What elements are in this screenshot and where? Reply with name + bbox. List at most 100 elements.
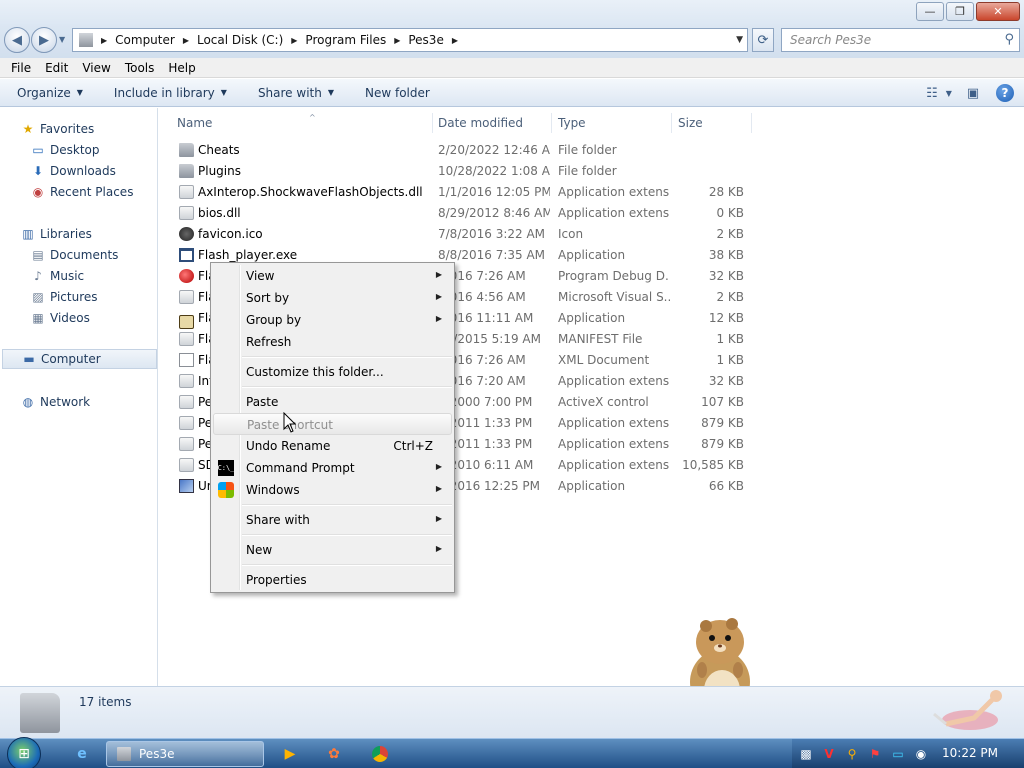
table-row[interactable]: AxInterop.ShockwaveFlashObjects.dll 1/1/2… bbox=[177, 182, 757, 203]
menu-label: View bbox=[246, 269, 275, 283]
menu-item-refresh[interactable]: Refresh bbox=[213, 331, 452, 353]
taskbar-chrome[interactable] bbox=[368, 741, 392, 767]
file-type: Application bbox=[558, 479, 626, 493]
help-icon[interactable]: ? bbox=[996, 84, 1014, 102]
submenu-arrow-icon: ▶ bbox=[435, 484, 442, 493]
menu-tools[interactable]: Tools bbox=[118, 61, 162, 75]
chevron-down-icon: ▼ bbox=[76, 88, 83, 97]
taskbar-clock[interactable]: 10:22 PM bbox=[942, 746, 998, 760]
menu-item-properties[interactable]: Properties bbox=[213, 569, 452, 591]
chevron-right-icon[interactable]: ▶ bbox=[452, 36, 458, 45]
chevron-right-icon[interactable]: ▶ bbox=[291, 36, 297, 45]
table-row[interactable]: bios.dll 8/29/2012 8:46 AM Application ext… bbox=[177, 203, 757, 224]
downloads-icon: ⬇ bbox=[32, 164, 44, 178]
back-button[interactable]: ◀ bbox=[4, 27, 30, 53]
app-icon: ✿ bbox=[328, 746, 340, 762]
file-file-icon bbox=[179, 374, 194, 388]
include-in-library-button[interactable]: Include in library ▼ bbox=[97, 86, 241, 100]
chevron-right-icon[interactable]: ▶ bbox=[183, 36, 189, 45]
recent-pages-dropdown[interactable]: ▼ bbox=[59, 35, 65, 44]
file-file-icon bbox=[179, 206, 194, 220]
breadcrumb-pes3e[interactable]: Pes3e bbox=[408, 33, 443, 47]
menu-help[interactable]: Help bbox=[161, 61, 202, 75]
menu-item-command-prompt[interactable]: C:\_ Command Prompt ▶ bbox=[213, 457, 452, 479]
tray-monitor-icon[interactable]: ▭ bbox=[890, 746, 906, 762]
new-folder-button[interactable]: New folder bbox=[348, 86, 444, 100]
chevron-right-icon[interactable]: ▶ bbox=[394, 36, 400, 45]
file-type: Application extens... bbox=[558, 185, 670, 199]
menu-view[interactable]: View bbox=[75, 61, 117, 75]
table-row[interactable]: Plugins 10/28/2022 1:08 AM File folder bbox=[177, 161, 757, 182]
taskbar-explorer-window[interactable]: Pes3e bbox=[106, 741, 264, 767]
view-options-button[interactable]: ☷ ▼ bbox=[926, 82, 952, 104]
address-bar[interactable]: ▶ Computer ▶ Local Disk (C:) ▶ Program F… bbox=[72, 28, 748, 52]
folder-file-icon bbox=[179, 164, 194, 178]
folder-icon bbox=[20, 693, 60, 733]
chevron-right-icon[interactable]: ▶ bbox=[101, 36, 107, 45]
taskbar-media-player[interactable]: ▶ bbox=[278, 741, 302, 767]
nav-computer[interactable]: ▬ Computer bbox=[2, 349, 157, 369]
menu-item-sort-by[interactable]: Sort by ▶ bbox=[213, 287, 452, 309]
menu-item-paste-shortcut[interactable]: Paste shortcut bbox=[213, 413, 452, 435]
share-with-button[interactable]: Share with ▼ bbox=[241, 86, 348, 100]
file-file-icon bbox=[179, 290, 194, 304]
media-player-icon: ▶ bbox=[284, 746, 296, 762]
file-type: File folder bbox=[558, 143, 617, 157]
nav-favorites[interactable]: ★ Favorites bbox=[20, 120, 178, 138]
file-type: Application extens... bbox=[558, 206, 670, 220]
menu-item-new[interactable]: New ▶ bbox=[213, 539, 452, 561]
tray-volume-icon[interactable]: ◉ bbox=[913, 746, 929, 762]
maximize-button[interactable]: ❐ bbox=[946, 2, 974, 21]
tray-antivirus-icon[interactable]: V bbox=[821, 746, 837, 762]
menu-item-undo-rename[interactable]: Undo Rename Ctrl+Z bbox=[213, 435, 452, 457]
menu-item-share-with[interactable]: Share with ▶ bbox=[213, 509, 452, 531]
breadcrumb-computer[interactable]: Computer bbox=[115, 33, 175, 47]
address-dropdown-icon[interactable]: ▼ bbox=[736, 35, 743, 45]
app-file-icon bbox=[179, 248, 194, 262]
preview-pane-button[interactable]: ▣ bbox=[962, 82, 984, 104]
menu-item-windows[interactable]: Windows ▶ bbox=[213, 479, 452, 501]
menu-item-paste[interactable]: Paste bbox=[213, 391, 452, 413]
table-row[interactable]: favicon.ico 7/8/2016 3:22 AM Icon 2 KB bbox=[177, 224, 757, 245]
menu-item-group-by[interactable]: Group by ▶ bbox=[213, 309, 452, 331]
tray-flag-icon[interactable]: ⚑ bbox=[867, 746, 883, 762]
column-header-type[interactable]: Type bbox=[552, 113, 672, 133]
file-type: MANIFEST File bbox=[558, 332, 643, 346]
menu-item-view[interactable]: View ▶ bbox=[213, 265, 452, 287]
close-button[interactable]: ✕ bbox=[976, 2, 1020, 21]
column-header-name[interactable]: Name ^ bbox=[171, 113, 433, 133]
menu-file[interactable]: File bbox=[4, 61, 38, 75]
refresh-icon: ⟳ bbox=[757, 32, 769, 48]
table-row[interactable]: Cheats 2/20/2022 12:46 AM File folder bbox=[177, 140, 757, 161]
file-type: XML Document bbox=[558, 353, 650, 367]
column-header-date[interactable]: Date modified bbox=[432, 113, 552, 133]
file-size: 2 KB bbox=[716, 227, 744, 241]
start-button[interactable]: ⊞ bbox=[7, 737, 41, 768]
taskbar-internet-explorer[interactable]: e bbox=[70, 741, 94, 767]
status-bar: 17 items bbox=[0, 686, 1024, 738]
tray-search-icon[interactable]: ⚲ bbox=[844, 746, 860, 762]
nav-network[interactable]: ◍ Network bbox=[20, 393, 178, 411]
file-type: Application bbox=[558, 248, 626, 262]
taskbar: ⊞ e Pes3e ▶ ✿ ▩ V ⚲ ⚑ ▭ ◉ 10:22 PM bbox=[0, 737, 1024, 768]
recent-places-icon: ◉ bbox=[32, 185, 44, 199]
breadcrumb-local-disk[interactable]: Local Disk (C:) bbox=[197, 33, 283, 47]
search-input[interactable]: Search Pes3e ⚲ bbox=[781, 28, 1020, 52]
menu-edit[interactable]: Edit bbox=[38, 61, 75, 75]
refresh-button[interactable]: ⟳ bbox=[752, 28, 774, 52]
nav-libraries[interactable]: ▥ Libraries bbox=[20, 225, 178, 243]
task-label: Pes3e bbox=[139, 747, 175, 761]
minimize-button[interactable]: — bbox=[916, 2, 944, 21]
breadcrumb-program-files[interactable]: Program Files bbox=[305, 33, 386, 47]
nav-label: Pictures bbox=[50, 290, 98, 304]
file-file-icon bbox=[179, 395, 194, 409]
forward-button[interactable]: ▶ bbox=[31, 27, 57, 53]
file-type: ActiveX control bbox=[558, 395, 649, 409]
tray-app-icon[interactable]: ▩ bbox=[798, 746, 814, 762]
organize-button[interactable]: Organize ▼ bbox=[0, 86, 97, 100]
windows-logo-icon: ⊞ bbox=[18, 746, 30, 762]
search-icon[interactable]: ⚲ bbox=[1004, 32, 1014, 47]
taskbar-app[interactable]: ✿ bbox=[322, 741, 346, 767]
column-header-size[interactable]: Size bbox=[672, 113, 752, 133]
menu-item-customize-folder[interactable]: Customize this folder... bbox=[213, 361, 452, 383]
